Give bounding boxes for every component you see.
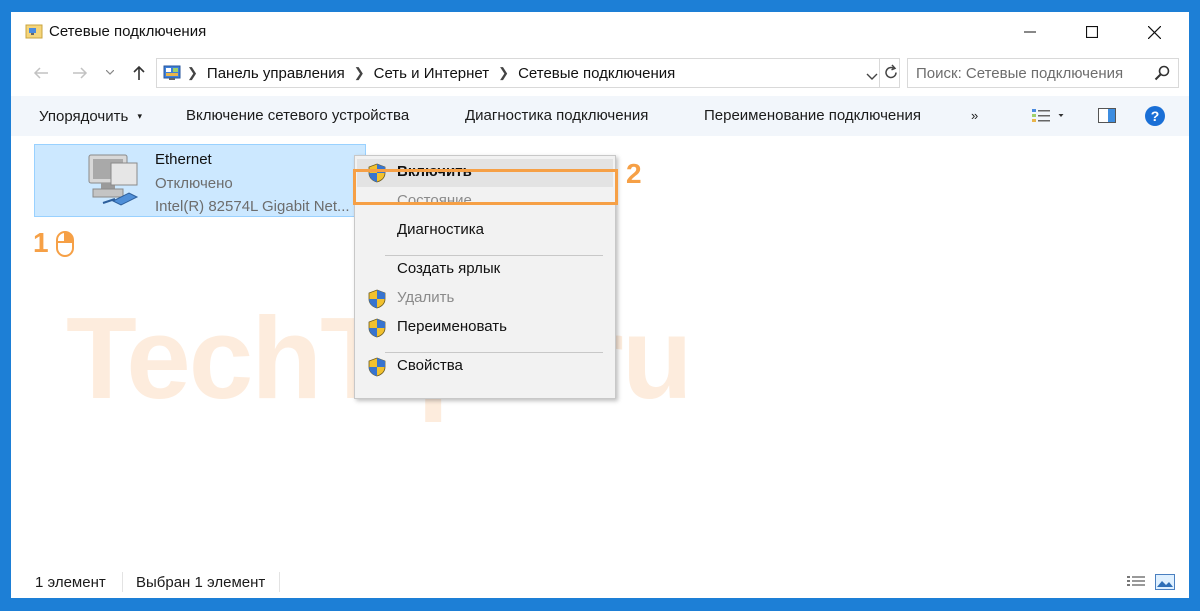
- breadcrumb-separator-icon[interactable]: ❯: [354, 65, 365, 81]
- item-count: 1 элемент: [35, 574, 106, 591]
- status-divider: [279, 572, 280, 592]
- maximize-button[interactable]: [1061, 12, 1123, 52]
- menu-item-label: Создать ярлык: [397, 260, 501, 277]
- menu-item-diagnostics[interactable]: Диагностика: [357, 217, 613, 245]
- connection-device: Intel(R) 82574L Gigabit Net...: [155, 198, 350, 215]
- network-folder-icon: [25, 22, 43, 40]
- menu-item-create-shortcut[interactable]: Создать ярлык: [357, 256, 613, 284]
- organize-label: Упорядочить: [39, 108, 129, 125]
- status-divider: [122, 572, 123, 592]
- step-1-callout: 1: [33, 227, 49, 259]
- search-input[interactable]: [916, 62, 1144, 84]
- uac-shield-icon: [367, 289, 387, 314]
- uac-shield-icon: [367, 357, 387, 382]
- enable-device-button[interactable]: Включение сетевого устройства: [186, 96, 409, 136]
- forward-button[interactable]: [66, 60, 94, 86]
- menu-item-label: Переименовать: [397, 318, 507, 335]
- breadcrumb-separator-icon[interactable]: ❯: [187, 65, 198, 81]
- address-divider: [879, 59, 880, 87]
- connection-name: Ethernet: [155, 151, 212, 168]
- organize-dropdown-icon: ▾: [137, 111, 142, 121]
- svg-text:?: ?: [1151, 108, 1160, 124]
- breadcrumb-separator-icon[interactable]: ❯: [498, 65, 509, 81]
- rename-connection-button[interactable]: Переименование подключения: [704, 96, 921, 136]
- address-row: ❯ Панель управления ❯ Сеть и Интернет ❯ …: [11, 56, 1189, 90]
- preview-pane-icon[interactable]: [1098, 108, 1116, 128]
- back-button[interactable]: [27, 60, 55, 86]
- window-title: Сетевые подключения: [49, 23, 207, 40]
- connection-status: Отключено: [155, 175, 233, 192]
- highlight-frame: [353, 169, 618, 205]
- mouse-right-click-icon: [55, 230, 75, 263]
- status-bar: 1 элемент Выбран 1 элемент: [11, 566, 1189, 598]
- menu-item-delete[interactable]: Удалить: [357, 285, 613, 313]
- diagnose-connection-button[interactable]: Диагностика подключения: [465, 96, 648, 136]
- menu-item-properties[interactable]: Свойства: [357, 353, 613, 381]
- selected-count: Выбран 1 элемент: [136, 574, 266, 591]
- menu-item-rename[interactable]: Переименовать: [357, 314, 613, 342]
- title-bar: Сетевые подключения: [11, 12, 1189, 52]
- close-button[interactable]: [1123, 12, 1185, 52]
- recent-locations-icon[interactable]: [102, 60, 118, 86]
- more-commands-button[interactable]: »: [971, 96, 978, 136]
- menu-item-label: Удалить: [397, 289, 455, 306]
- refresh-icon[interactable]: [883, 64, 899, 86]
- step-2-callout: 2: [626, 158, 642, 189]
- uac-shield-icon: [367, 318, 387, 343]
- up-button[interactable]: [125, 60, 153, 86]
- minimize-button[interactable]: [999, 12, 1061, 52]
- menu-item-label: Свойства: [397, 357, 463, 374]
- search-icon[interactable]: [1154, 65, 1170, 86]
- address-dropdown-icon[interactable]: [866, 68, 878, 86]
- large-icons-view-icon[interactable]: [1155, 574, 1175, 595]
- help-icon[interactable]: ?: [1144, 105, 1166, 132]
- organize-button[interactable]: Упорядочить ▾: [39, 96, 142, 136]
- ethernet-connection-item[interactable]: Ethernet Отключено Intel(R) 82574L Gigab…: [34, 144, 366, 217]
- breadcrumb-network-internet[interactable]: Сеть и Интернет: [374, 65, 490, 82]
- explorer-window: Сетевые подключения ❯ Панель управления …: [11, 12, 1189, 598]
- details-view-icon[interactable]: [1127, 575, 1145, 594]
- search-box: [907, 58, 1179, 88]
- menu-item-label: Диагностика: [397, 221, 484, 238]
- breadcrumb-network-connections[interactable]: Сетевые подключения: [518, 65, 675, 82]
- step-1-number: 1: [33, 227, 49, 258]
- network-adapter-icon: [79, 149, 143, 218]
- breadcrumb-control-panel[interactable]: Панель управления: [207, 65, 345, 82]
- change-view-icon[interactable]: [1032, 108, 1064, 129]
- address-bar[interactable]: ❯ Панель управления ❯ Сеть и Интернет ❯ …: [156, 58, 900, 88]
- command-bar: Упорядочить ▾ Включение сетевого устройс…: [11, 96, 1189, 136]
- breadcrumb: ❯ Панель управления ❯ Сеть и Интернет ❯ …: [187, 59, 675, 87]
- control-panel-icon: [163, 64, 181, 87]
